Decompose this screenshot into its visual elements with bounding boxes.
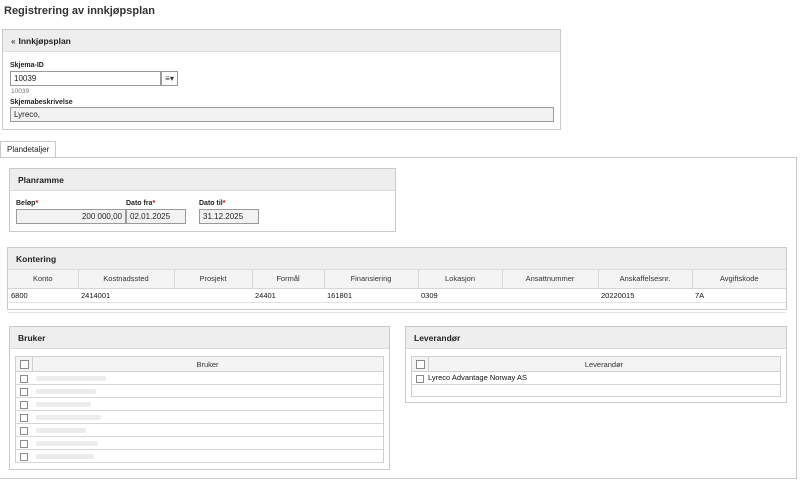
bruker-grid: Bruker [15, 356, 384, 463]
select-all-checkbox[interactable] [20, 360, 29, 369]
planramme-panel: Planramme Beløp* 200 000,00 Dato fra* 02… [9, 168, 396, 232]
table-cell [8, 302, 786, 313]
table-cell[interactable]: 6800 [8, 288, 78, 303]
row-checkbox[interactable] [20, 375, 28, 383]
bruker-grid-header: Bruker [16, 357, 383, 372]
table-cell[interactable] [502, 288, 598, 303]
innkjopsplan-panel: «Innkjøpsplan Skjema-ID 10039 ≡▾ 10039 S… [2, 29, 561, 130]
leverandor-panel: Leverandør Leverandør Lyreco Advantage N… [405, 326, 787, 403]
row-checkbox[interactable] [20, 427, 28, 435]
table-cell[interactable]: 7A [692, 288, 786, 303]
skjema-id-input[interactable]: 10039 [10, 71, 161, 86]
column-header[interactable]: Prosjekt [174, 270, 253, 289]
skjema-id-label: Skjema-ID [10, 62, 44, 69]
collapse-chevron-icon[interactable]: « [11, 31, 15, 53]
dato-fra-input[interactable]: 02.01.2025 [126, 209, 186, 224]
leverandor-header: Leverandør [406, 327, 786, 349]
leverandor-column-header[interactable]: Leverandør [428, 357, 780, 372]
bruker-panel: Bruker Bruker [9, 326, 390, 470]
redacted-text [36, 389, 96, 394]
table-cell[interactable]: 0309 [418, 288, 502, 303]
innkjopsplan-header-label: Innkjøpsplan [18, 36, 71, 46]
bruker-column-header[interactable]: Bruker [32, 357, 383, 372]
redacted-text [36, 402, 91, 407]
row-checkbox[interactable] [20, 453, 28, 461]
row-checkbox[interactable] [20, 414, 28, 422]
dato-til-input[interactable]: 31.12.2025 [199, 209, 259, 224]
table-cell[interactable]: 2414001 [78, 288, 174, 303]
leverandor-grid: Leverandør Lyreco Advantage Norway AS [411, 356, 781, 397]
list-item[interactable] [16, 424, 383, 437]
row-checkbox[interactable] [20, 388, 28, 396]
table-row[interactable]: 6800 2414001 24401 161801 0309 20220015 … [8, 288, 786, 303]
list-item[interactable] [16, 437, 383, 450]
column-header[interactable]: Kostnadssted [78, 270, 175, 289]
planramme-header: Planramme [10, 169, 395, 191]
leverandor-name: Lyreco Advantage Norway AS [428, 373, 527, 382]
kontering-panel: Kontering Konto Kostnadssted Prosjekt Fo… [7, 247, 787, 313]
table-cell[interactable]: 20220015 [598, 288, 692, 303]
skjemabeskrivelse-input[interactable]: Lyreco, [10, 107, 554, 122]
column-header[interactable]: Ansattnummer [502, 270, 599, 289]
innkjopsplan-header[interactable]: «Innkjøpsplan [3, 30, 560, 52]
dato-fra-label: Dato fra* [126, 200, 156, 207]
column-header[interactable]: Finansiering [324, 270, 419, 289]
list-item[interactable] [16, 411, 383, 424]
kontering-header-row: Konto Kostnadssted Prosjekt Formål Finan… [8, 270, 786, 289]
skjemabeskrivelse-label: Skjemabeskrivelse [10, 99, 73, 106]
column-header[interactable]: Avgiftskode [692, 270, 786, 289]
column-header[interactable]: Formål [252, 270, 325, 289]
list-item[interactable] [16, 372, 383, 385]
bruker-header: Bruker [10, 327, 389, 349]
belop-input[interactable]: 200 000,00 [16, 209, 126, 224]
redacted-text [36, 454, 94, 459]
kontering-header: Kontering [8, 248, 786, 270]
redacted-text [36, 441, 98, 446]
column-header[interactable]: Anskaffelsesnr. [598, 270, 693, 289]
kontering-table: Konto Kostnadssted Prosjekt Formål Finan… [8, 270, 786, 313]
dato-til-label: Dato til* [199, 200, 226, 207]
row-checkbox[interactable] [416, 375, 424, 383]
list-item[interactable] [16, 450, 383, 463]
table-row-empty [8, 302, 786, 313]
row-checkbox[interactable] [20, 401, 28, 409]
leverandor-grid-header: Leverandør [412, 357, 780, 372]
skjema-id-list-button[interactable]: ≡▾ [161, 71, 178, 86]
row-checkbox[interactable] [20, 440, 28, 448]
page-title: Registrering av innkjøpsplan [4, 5, 155, 17]
list-item[interactable]: Lyreco Advantage Norway AS [412, 372, 780, 385]
table-cell[interactable]: 161801 [324, 288, 418, 303]
table-cell[interactable]: 24401 [252, 288, 324, 303]
list-item[interactable] [16, 385, 383, 398]
redacted-text [36, 376, 106, 381]
column-header[interactable]: Konto [8, 270, 79, 289]
belop-label: Beløp* [16, 200, 39, 207]
tab-plandetaljer[interactable]: Plandetaljer [0, 141, 57, 158]
list-item[interactable] [16, 398, 383, 411]
skjema-id-subtext: 10039 [11, 88, 30, 95]
redacted-text [36, 428, 86, 433]
column-header[interactable]: Lokasjon [418, 270, 503, 289]
select-all-checkbox[interactable] [416, 360, 425, 369]
table-cell[interactable] [174, 288, 252, 303]
redacted-text [36, 415, 101, 420]
